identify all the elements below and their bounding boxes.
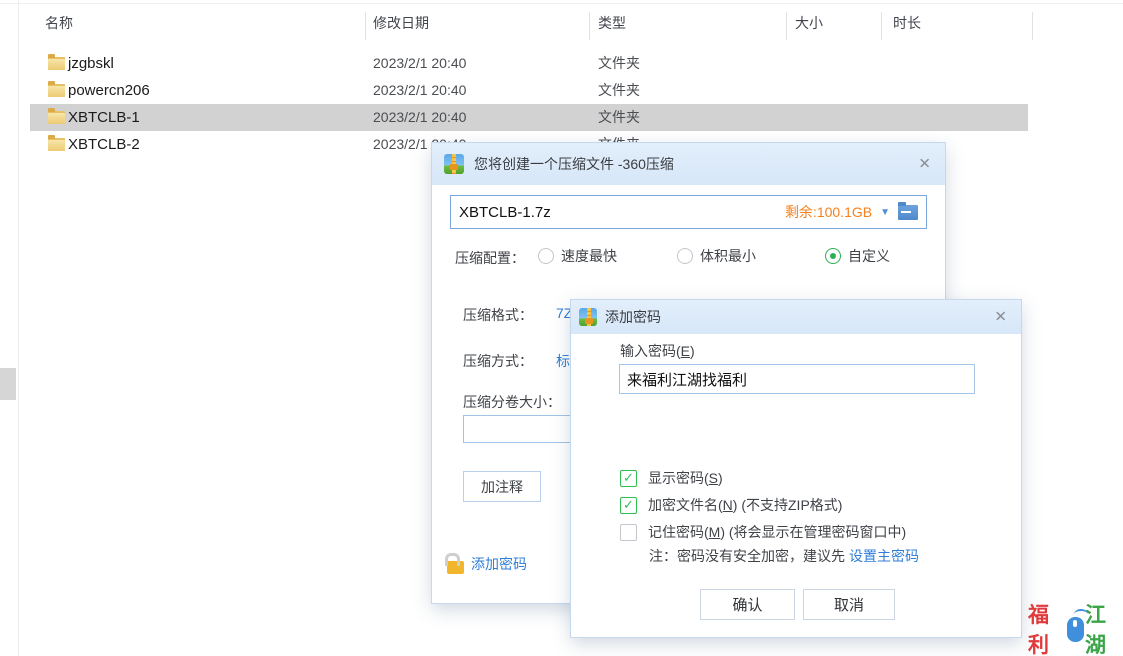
label-prefix: 显示密码( (648, 470, 709, 486)
site-watermark: 福利 江湖 fulijianghu.com (1028, 599, 1123, 656)
dialog-title: 添加密码 (605, 307, 661, 327)
chevron-down-icon[interactable]: ▼ (880, 207, 890, 218)
password-value: 来福利江湖找福利 (627, 369, 747, 390)
password-label-key: E (681, 343, 690, 359)
file-name: XBTCLB-1 (68, 104, 140, 131)
file-name: powercn206 (68, 77, 150, 104)
password-label-suffix: ) (690, 343, 695, 359)
folder-icon (48, 84, 65, 97)
360zip-app-icon (444, 154, 464, 174)
confirm-button[interactable]: 确认 (700, 589, 795, 620)
archive-filename-input[interactable]: XBTCLB-1.7z 剩余:100.1GB ▼ (450, 195, 927, 229)
note-text: 注：密码没有安全加密，建议先 (649, 548, 845, 564)
config-label: 压缩配置： (455, 248, 525, 268)
add-password-link[interactable]: 添加密码 (447, 553, 527, 574)
label-prefix: 记住密码( (648, 524, 709, 540)
radio-smallest[interactable]: 体积最小 (677, 246, 756, 266)
security-note: 注：密码没有安全加密，建议先设置主密码 (649, 546, 919, 566)
format-label: 压缩格式： (463, 305, 533, 325)
column-divider[interactable] (881, 12, 882, 40)
column-header-size[interactable]: 大小 (795, 13, 823, 33)
padlock-icon (447, 561, 464, 574)
password-input[interactable]: 来福利江湖找福利 (619, 364, 975, 394)
radio-icon[interactable] (677, 248, 693, 264)
method-label: 压缩方式： (463, 351, 533, 371)
watermark-text-right: 江湖 (1085, 599, 1123, 656)
checkbox-encrypt-filenames[interactable]: ✓ 加密文件名(N) (不支持ZIP格式) (620, 495, 842, 515)
checkbox-checked-icon[interactable]: ✓ (620, 470, 637, 487)
screen: 名称 修改日期 类型 大小 时长 jzgbskl 2023/2/1 20:40 … (0, 0, 1123, 656)
watermark-text-left: 福利 (1028, 599, 1066, 656)
password-label: 输入密码(E) (620, 341, 695, 361)
column-header-type[interactable]: 类型 (598, 13, 626, 33)
disk-remaining-label: 剩余:100.1GB (785, 202, 872, 222)
checkbox-label: 显示密码(S) (648, 468, 723, 488)
add-password-dialog: 添加密码 ✕ 输入密码(E) 来福利江湖找福利 ✓ 显示密码(S) ✓ 加密文件… (571, 300, 1021, 637)
radio-icon-selected[interactable] (825, 248, 841, 264)
file-row[interactable]: powercn206 2023/2/1 20:40 文件夹 (30, 77, 1028, 104)
file-type: 文件夹 (598, 77, 640, 104)
cancel-button[interactable]: 取消 (803, 589, 895, 620)
file-name: XBTCLB-2 (68, 131, 140, 158)
checkbox-show-password[interactable]: ✓ 显示密码(S) (620, 468, 723, 488)
file-date: 2023/2/1 20:40 (373, 77, 466, 104)
file-date: 2023/2/1 20:40 (373, 50, 466, 77)
label-suffix: ) (718, 470, 723, 486)
360zip-app-icon (579, 308, 597, 326)
column-header-name[interactable]: 名称 (45, 13, 73, 33)
radio-label: 自定义 (848, 246, 890, 266)
volume-size-label: 压缩分卷大小： (463, 392, 561, 412)
set-master-password-link[interactable]: 设置主密码 (849, 548, 919, 564)
file-date: 2023/2/1 20:40 (373, 104, 466, 131)
radio-label: 体积最小 (700, 246, 756, 266)
mouse-icon (1067, 617, 1084, 642)
close-icon[interactable]: ✕ (994, 310, 1007, 325)
file-type: 文件夹 (598, 104, 640, 131)
file-name: jzgbskl (68, 50, 114, 77)
column-divider[interactable] (786, 12, 787, 40)
column-divider[interactable] (589, 12, 590, 40)
folder-icon (48, 57, 65, 70)
pane-left-divider (18, 0, 19, 656)
pane-top-divider (0, 3, 1123, 4)
archive-filename-value: XBTCLB-1.7z (459, 204, 777, 221)
column-header-duration[interactable]: 时长 (893, 13, 921, 33)
label-prefix: 加密文件名( (648, 497, 723, 513)
label-suffix: ) (将会显示在管理密码窗口中) (720, 524, 906, 540)
column-divider[interactable] (365, 12, 366, 40)
radio-label: 速度最快 (561, 246, 617, 266)
watermark-logo: 福利 江湖 (1028, 599, 1123, 656)
radio-custom[interactable]: 自定义 (825, 246, 890, 266)
file-row-selected[interactable]: XBTCLB-1 2023/2/1 20:40 文件夹 (30, 104, 1028, 131)
checkbox-label: 记住密码(M) (将会显示在管理密码窗口中) (648, 522, 906, 542)
label-key: N (723, 497, 733, 513)
browse-folder-icon[interactable] (898, 205, 918, 220)
folder-icon (48, 111, 65, 124)
radio-fastest[interactable]: 速度最快 (538, 246, 617, 266)
radio-icon[interactable] (538, 248, 554, 264)
column-header-date[interactable]: 修改日期 (373, 13, 429, 33)
checkbox-remember-password[interactable]: 记住密码(M) (将会显示在管理密码窗口中) (620, 522, 906, 542)
add-comment-button[interactable]: 加注释 (463, 471, 541, 502)
column-divider[interactable] (1032, 12, 1033, 40)
close-icon[interactable]: ✕ (918, 157, 931, 172)
label-key: M (709, 524, 721, 540)
label-suffix: ) (不支持ZIP格式) (733, 497, 843, 513)
checkbox-checked-icon[interactable]: ✓ (620, 497, 637, 514)
add-password-text: 添加密码 (471, 554, 527, 574)
folder-icon (48, 138, 65, 151)
pane-splitter-grip[interactable] (0, 368, 16, 400)
checkbox-label: 加密文件名(N) (不支持ZIP格式) (648, 495, 842, 515)
file-type: 文件夹 (598, 50, 640, 77)
add-password-titlebar[interactable]: 添加密码 ✕ (571, 300, 1021, 334)
file-row[interactable]: jzgbskl 2023/2/1 20:40 文件夹 (30, 50, 1028, 77)
dialog-title: 您将创建一个压缩文件 -360压缩 (474, 154, 674, 174)
label-key: S (709, 470, 718, 486)
password-label-prefix: 输入密码( (620, 343, 681, 359)
create-archive-titlebar[interactable]: 您将创建一个压缩文件 -360压缩 ✕ (432, 143, 945, 185)
format-value[interactable]: 7Z (556, 305, 572, 321)
checkbox-unchecked-icon[interactable] (620, 524, 637, 541)
